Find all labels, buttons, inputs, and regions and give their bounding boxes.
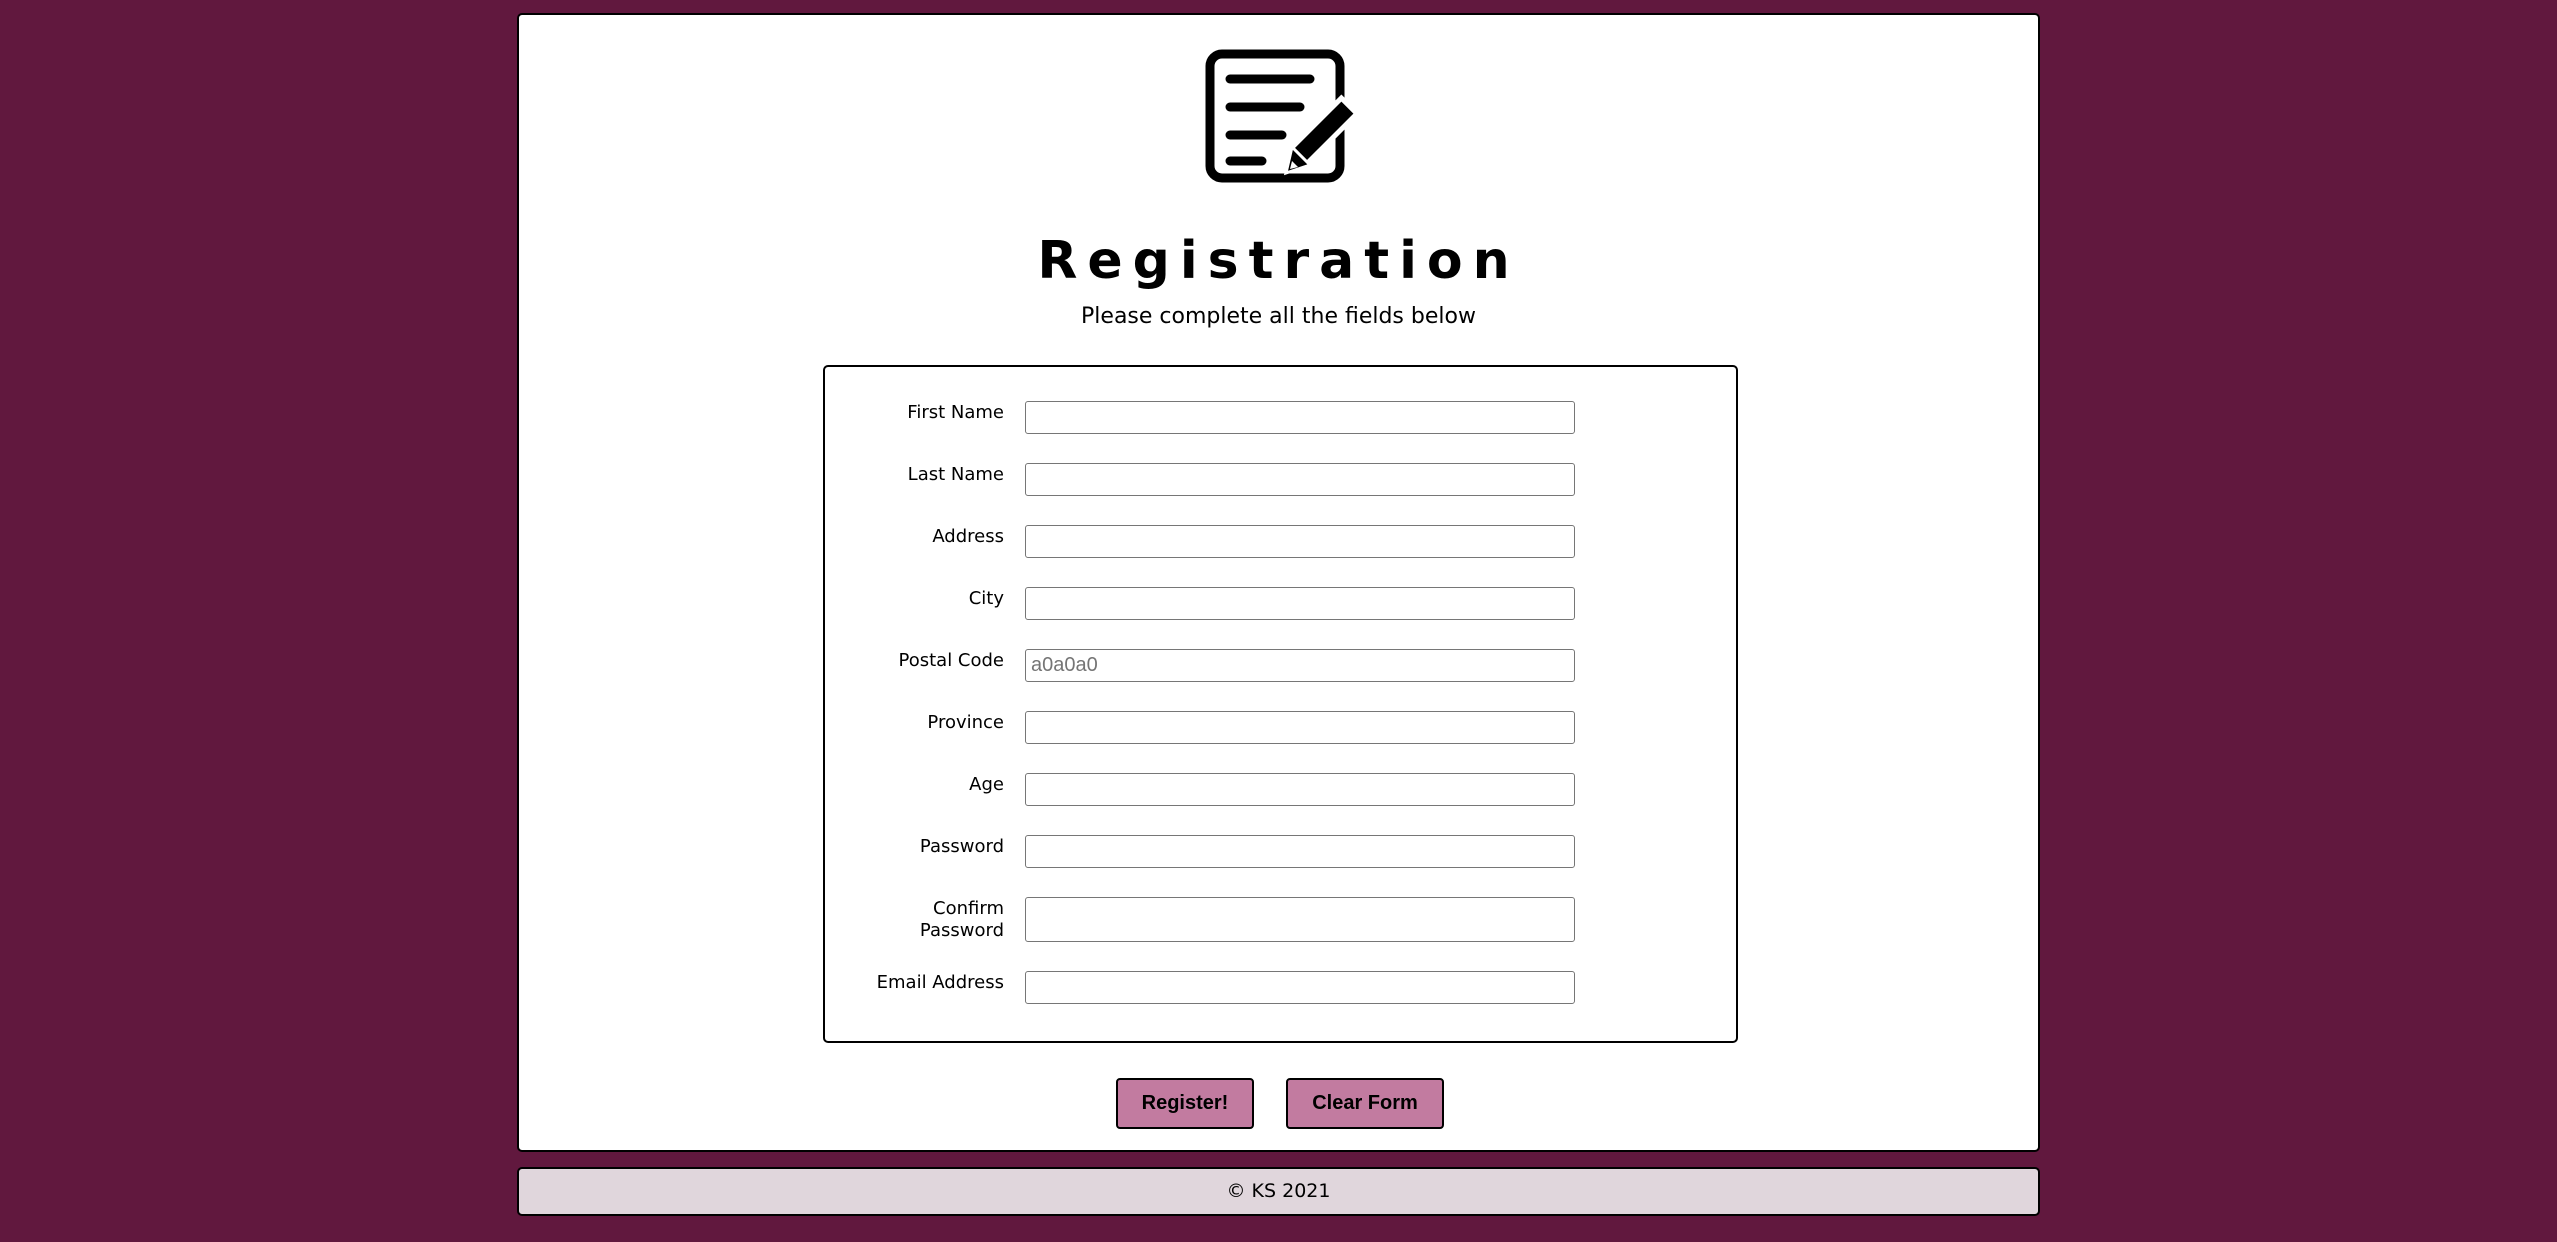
age-field[interactable] xyxy=(1025,773,1575,806)
age-label: Age xyxy=(969,774,1004,795)
registration-form: First Name Last Name Address City Postal… xyxy=(823,365,1738,1043)
confirm-password-label: Confirm Password xyxy=(919,898,1004,941)
footer: © KS 2021 xyxy=(517,1167,2040,1216)
copyright-text: © KS 2021 xyxy=(1226,1180,1331,1202)
last-name-field[interactable] xyxy=(1025,463,1575,496)
clear-form-button[interactable]: Clear Form xyxy=(1286,1078,1444,1129)
confirm-password-field[interactable] xyxy=(1025,897,1575,942)
province-field[interactable] xyxy=(1025,711,1575,744)
page-subtitle: Please complete all the fields below xyxy=(1081,304,1476,329)
address-field[interactable] xyxy=(1025,525,1575,558)
province-label: Province xyxy=(927,712,1004,733)
city-field[interactable] xyxy=(1025,587,1575,620)
postal-code-field[interactable] xyxy=(1025,649,1575,682)
register-button[interactable]: Register! xyxy=(1116,1078,1254,1129)
password-field[interactable] xyxy=(1025,835,1575,868)
page-title: Registration xyxy=(1037,231,1520,291)
password-label: Password xyxy=(919,836,1004,857)
postal-code-label: Postal Code xyxy=(898,650,1005,671)
form-edit-icon xyxy=(1205,49,1361,183)
email-label: Email Address xyxy=(876,972,1004,993)
first-name-field[interactable] xyxy=(1025,401,1575,434)
first-name-label: First Name xyxy=(907,402,1004,423)
email-field[interactable] xyxy=(1025,971,1575,1004)
registration-card: Registration Please complete all the fie… xyxy=(517,13,2040,1152)
city-label: City xyxy=(968,588,1004,609)
last-name-label: Last Name xyxy=(907,464,1004,485)
form-buttons: Register! Clear Form xyxy=(519,1078,2038,1130)
address-label: Address xyxy=(932,526,1004,547)
